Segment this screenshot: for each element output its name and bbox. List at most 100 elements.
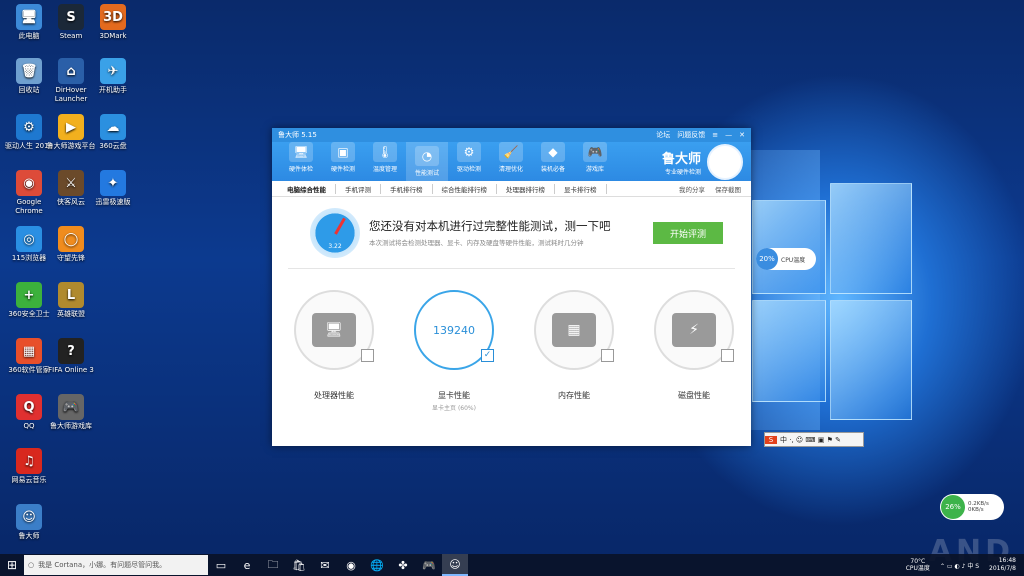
taskbar-app-icon[interactable]: 🗀 [260,554,286,576]
desktop-icon-label: 守望先锋 [57,254,85,262]
hardware-icon: ⚡ [672,313,716,347]
app-icon: + [16,282,42,308]
desktop-icon[interactable]: ♫ 网易云音乐 [4,448,54,485]
tool-label: 硬件体检 [288,166,313,173]
logo-pane-tl [752,200,826,294]
test-card-label: 磁盘性能 [678,391,710,400]
test-card[interactable]: ▦ 内存性能 [534,290,614,403]
network-widget[interactable]: 26% 0.2KB/s 0KB/s [940,494,1004,520]
share-link[interactable]: 我的分享 [679,184,705,194]
desktop-icon[interactable]: ◯ 守望先锋 [46,226,96,263]
taskbar-app-icon[interactable]: 🌐 [364,554,390,576]
subtab-5[interactable]: 显卡排行榜 [555,183,607,194]
desktop-icon[interactable]: L 英雄联盟 [46,282,96,319]
net-value: 26% [941,495,965,519]
desktop-icon[interactable]: 3D 3DMark [88,4,138,41]
test-checkbox[interactable] [721,349,734,362]
test-checkbox[interactable]: ✓ [481,349,494,362]
test-card-ring[interactable]: 139240 ✓ [414,290,494,370]
desktop-icon[interactable]: ? FIFA Online 3 [46,338,96,375]
test-card-ring[interactable]: ⚡ [654,290,734,370]
cortana-search-input[interactable]: ○ 我是 Cortana，小娜。有问题尽管问我。 [24,555,208,575]
taskbar-app-icon[interactable]: ✉ [312,554,338,576]
tool-icon: 🖥 [289,142,313,162]
clock-date: 2016/7/8 [989,565,1016,572]
tool-4[interactable]: ⚙ 驱动检测 [448,142,490,181]
ludashi-window[interactable]: 鲁大师 5.15 论坛 问题反馈 ≡ — ✕ 🖥 硬件体检 ▣ 硬件检测 🌡 温度管理 ◔ 性… [272,128,751,446]
test-card[interactable]: 139240 ✓ 显卡性能 显卡主页 (60%) [414,290,494,412]
feedback-link[interactable]: 问题反馈 [677,130,705,140]
desktop-icon-label: 迅雷极速版 [95,198,131,206]
app-icon: L [58,282,84,308]
tool-label: 游戏库 [585,166,604,173]
tray-temp: 70°C [910,558,926,565]
tool-6[interactable]: ◆ 装机必备 [532,142,574,181]
windows-start-icon[interactable]: ⊞ [0,554,24,576]
test-card-label: 显卡性能 [438,391,470,400]
app-icon: 🖥 [16,4,42,30]
taskbar-app-icon[interactable]: ✤ [390,554,416,576]
ime-toolbar[interactable]: S 中 ·, ☺ ⌨ ▣ ⚑ ✎ [764,432,864,447]
app-icon: ✦ [100,170,126,196]
app-icon: ◉ [16,170,42,196]
app-icon: ◯ [58,226,84,252]
net-down: 0KB/s [968,507,984,513]
tool-2[interactable]: 🌡 温度管理 [364,142,406,181]
clock[interactable]: 16:48 2016/7/8 [989,557,1016,573]
app-icon: ⚔ [58,170,84,196]
taskbar-app-icon[interactable]: 🎮 [416,554,442,576]
taskbar-app-icon[interactable]: ☺ [442,554,468,576]
desktop-icon[interactable]: ☁ 360云盘 [88,114,138,151]
desktop-icon-label: FIFA Online 3 [48,366,94,374]
sub-tabs: 电脑综合性能 手机评测 手机排行榜 综合性能排行榜 处理器排行榜 显卡排行榜 我的分享 保… [272,181,751,197]
subtab-4[interactable]: 处理器排行榜 [497,183,555,194]
tool-0[interactable]: 🖥 硬件体检 [280,142,322,181]
subtab-3[interactable]: 综合性能排行榜 [433,183,497,194]
speed-gauge-icon: 3.22 [310,208,360,258]
hardware-icon: 🖥 [312,313,356,347]
mascot-avatar-icon[interactable]: ☺ [707,143,743,180]
desktop-icon[interactable]: 🎮 鲁大师游戏库 [46,394,96,431]
desktop-icon[interactable]: ✈ 开机助手 [88,58,138,95]
ime-controls[interactable]: 中 ·, ☺ ⌨ ▣ ⚑ ✎ [780,435,841,445]
title-bar[interactable]: 鲁大师 5.15 论坛 问题反馈 ≡ — ✕ [272,128,751,142]
cpu-temp-widget[interactable]: 20% CPU温度 [756,248,816,270]
close-icon[interactable]: ✕ [739,131,745,139]
desktop-icon[interactable]: ☺ 鲁大师 [4,504,54,541]
brand-name: 鲁大师 [661,151,701,167]
taskbar: ⊞ ○ 我是 Cortana，小娜。有问题尽管问我。 ▭ e 🗀 🛍 ✉ ◉ 🌐 ✤ 🎮 ☺ 70… [0,554,1024,576]
tool-3[interactable]: ◔ 性能测试 [406,142,448,181]
forum-link[interactable]: 论坛 [656,130,670,140]
taskbar-app-icon[interactable]: ◉ [338,554,364,576]
tray-icons[interactable]: ⌃ ▭ ◐ ♪ 中 S [940,561,979,570]
test-card-ring[interactable]: ▦ [534,290,614,370]
desktop-icon-label: 网易云音乐 [11,476,47,484]
tool-7[interactable]: 🎮 游戏库 [574,142,616,181]
test-checkbox[interactable] [601,349,614,362]
start-test-button[interactable]: 开始评测 [653,222,723,244]
menu-icon[interactable]: ≡ [712,131,718,139]
tool-1[interactable]: ▣ 硬件检测 [322,142,364,181]
test-checkbox[interactable] [361,349,374,362]
test-card-ring[interactable]: 🖥 [294,290,374,370]
subtab-0[interactable]: 电脑综合性能 [278,183,336,194]
taskbar-app-icon[interactable]: ▭ [208,554,234,576]
tool-icon: ⚙ [457,142,481,162]
app-icon: ✈ [100,58,126,84]
subtab-1[interactable]: 手机评测 [336,183,381,194]
subtab-2[interactable]: 手机排行榜 [381,183,433,194]
system-tray: 70°C CPU温度 ⌃ ▭ ◐ ♪ 中 S 16:48 2016/7/8 [906,557,1024,573]
desktop-icon[interactable]: ✦ 迅雷极速版 [88,170,138,207]
app-icon: ▦ [16,338,42,364]
brand-slogan: 专业硬件检测 [664,168,701,176]
minimize-icon[interactable]: — [725,131,732,139]
test-card[interactable]: ⚡ 磁盘性能 [654,290,734,403]
app-icon: ⌂ [58,58,84,84]
tool-5[interactable]: 🧹 清理优化 [490,142,532,181]
screenshot-link[interactable]: 保存截图 [715,184,741,194]
cpu-value: 20% [756,248,778,270]
logo-pane-bl [752,300,826,402]
test-card[interactable]: 🖥 处理器性能 [294,290,374,403]
taskbar-app-icon[interactable]: e [234,554,260,576]
taskbar-app-icon[interactable]: 🛍 [286,554,312,576]
